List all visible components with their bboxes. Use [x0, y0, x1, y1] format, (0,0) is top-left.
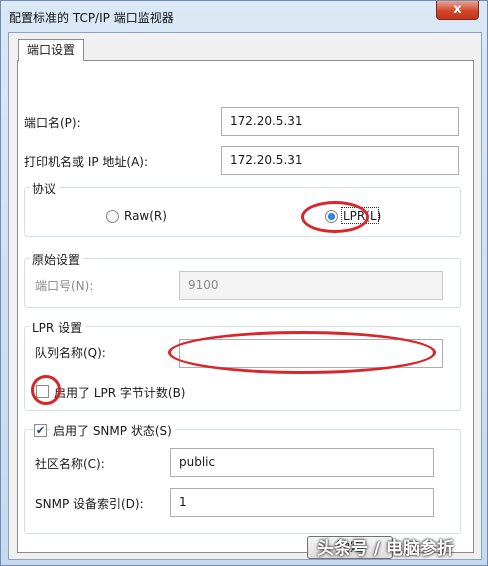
protocol-group: [24, 187, 461, 237]
raw-settings-title: 原始设置: [29, 251, 84, 268]
snmp-device-index-label: SNMP 设备索引(D):: [35, 497, 144, 511]
port-number-label: 端口号(N):: [35, 279, 94, 293]
snmp-device-index-input[interactable]: 1: [170, 488, 434, 517]
annotation-circle-queue: [168, 331, 436, 374]
tab-port-settings[interactable]: 端口设置: [18, 39, 84, 61]
close-button[interactable]: x: [436, 1, 479, 20]
window-title: 配置标准的 TCP/IP 端口监视器: [9, 11, 174, 25]
protocol-group-title: 协议: [29, 180, 60, 197]
snmp-group: [24, 429, 461, 534]
community-name-label: 社区名称(C):: [35, 457, 105, 471]
snmp-enable-label[interactable]: 启用了 SNMP 状态(S): [50, 422, 175, 439]
dialog-client-area: 端口设置 端口名(P): 172.20.5.31 打印机名或 IP 地址(A):…: [8, 32, 482, 560]
port-number-input[interactable]: 9100: [179, 271, 443, 300]
community-name-input[interactable]: public: [170, 448, 434, 477]
port-name-label: 端口名(P):: [24, 116, 81, 130]
port-name-input[interactable]: 172.20.5.31: [221, 107, 459, 136]
watermark-text: 头条号 / 电脑参折: [317, 539, 455, 559]
raw-radio-label[interactable]: Raw(R): [124, 209, 167, 223]
lpr-settings-title: LPR 设置: [29, 319, 86, 336]
title-bar[interactable]: 配置标准的 TCP/IP 端口监视器 x: [1, 1, 487, 31]
annotation-circle-byte-count: [31, 375, 61, 405]
lpr-byte-count-label[interactable]: 启用了 LPR 字节计数(B): [54, 384, 186, 401]
snmp-enable-checkbox[interactable]: ✔: [34, 424, 47, 437]
dialog-window: 配置标准的 TCP/IP 端口监视器 x 端口设置 端口名(P): 172.20…: [0, 0, 488, 566]
printer-ip-input[interactable]: 172.20.5.31: [221, 146, 459, 175]
port-settings-panel: 端口名(P): 172.20.5.31 打印机名或 IP 地址(A): 172.…: [17, 60, 474, 553]
printer-ip-label: 打印机名或 IP 地址(A):: [24, 155, 149, 169]
annotation-circle-lpr: [301, 201, 369, 233]
raw-radio[interactable]: [106, 210, 119, 223]
queue-name-label: 队列名称(Q):: [35, 346, 106, 360]
